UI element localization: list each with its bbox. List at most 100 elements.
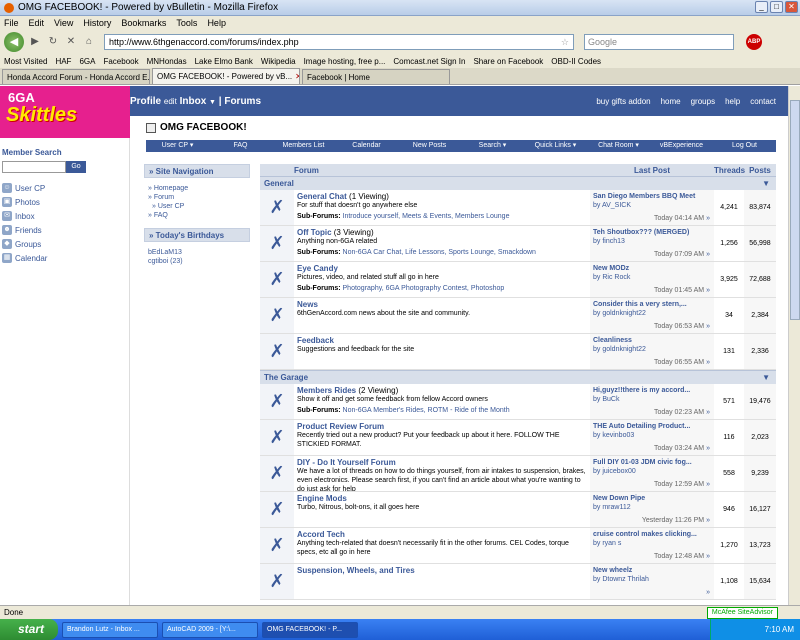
- last-post-author[interactable]: by goldnknight22: [593, 345, 711, 354]
- bookmark-image-hosting[interactable]: Image hosting, free p...: [304, 57, 386, 66]
- bookmark-mnhondas[interactable]: MNHondas: [147, 57, 187, 66]
- nav-members-list[interactable]: Members List: [272, 140, 335, 152]
- goto-last-post-icon[interactable]: »: [706, 323, 710, 330]
- goto-last-post-icon[interactable]: »: [706, 409, 710, 416]
- sub-forum-link[interactable]: Non-6GA Member's Rides,: [343, 407, 426, 414]
- adblock-icon[interactable]: ABP: [746, 34, 762, 50]
- nav-search[interactable]: Search ▾: [461, 140, 524, 152]
- sub-forum-link[interactable]: Photography,: [343, 285, 384, 292]
- last-post-link[interactable]: Consider this a very stern,...: [593, 300, 711, 309]
- nav-faq[interactable]: FAQ: [209, 140, 272, 152]
- menu-edit[interactable]: Edit: [29, 18, 45, 28]
- tab-honda-forum[interactable]: Honda Accord Forum - Honda Accord E...: [2, 69, 150, 84]
- reload-icon[interactable]: ↻: [46, 35, 60, 49]
- close-tab-icon[interactable]: ✕: [295, 72, 299, 81]
- minimize-button[interactable]: _: [755, 1, 768, 13]
- birthdays-title[interactable]: » Today's Birthdays: [144, 228, 250, 242]
- goto-last-post-icon[interactable]: »: [706, 359, 710, 366]
- bookmark-wikipedia[interactable]: Wikipedia: [261, 57, 296, 66]
- goto-last-post-icon[interactable]: »: [706, 517, 710, 524]
- goto-last-post-icon[interactable]: »: [706, 215, 710, 222]
- last-post-author[interactable]: by kevinbo03: [593, 431, 711, 440]
- collapse-icon[interactable]: ▼: [762, 179, 770, 188]
- nav-new-posts[interactable]: New Posts: [398, 140, 461, 152]
- sidebar-item-user-cp[interactable]: ☺ User CP: [2, 183, 127, 193]
- forums-link[interactable]: Forums: [224, 96, 261, 107]
- bookmark-star-icon[interactable]: ☆: [561, 37, 573, 48]
- menu-bookmarks[interactable]: Bookmarks: [121, 18, 166, 28]
- last-post-author[interactable]: by BuCk: [593, 395, 711, 404]
- sub-forum-link[interactable]: Non-6GA Car Chat,: [343, 249, 404, 256]
- last-post-author[interactable]: by mraw112: [593, 503, 711, 512]
- groups-link[interactable]: groups: [691, 97, 715, 106]
- link-faq[interactable]: » FAQ: [148, 211, 250, 220]
- last-post-link[interactable]: Hi,guyz!!there is my accord...: [593, 386, 711, 395]
- sidebar-item-inbox[interactable]: ✉ Inbox: [2, 211, 127, 221]
- forum-title-link[interactable]: Accord Tech: [297, 530, 345, 539]
- goto-last-post-icon[interactable]: »: [706, 553, 710, 560]
- last-post-author[interactable]: by finch13: [593, 237, 711, 246]
- back-button[interactable]: ◀: [4, 32, 24, 52]
- nav-quick-links[interactable]: Quick Links ▾: [524, 140, 587, 152]
- last-post-link[interactable]: Teh Shoutbox??? (MERGED): [593, 228, 711, 237]
- bookmark-share-facebook[interactable]: Share on Facebook: [473, 57, 543, 66]
- last-post-author[interactable]: by AV_SICK: [593, 201, 711, 210]
- member-search-input[interactable]: [2, 161, 66, 173]
- forum-title-link[interactable]: News: [297, 300, 318, 309]
- forum-title-link[interactable]: Product Review Forum: [297, 422, 384, 431]
- inbox-link[interactable]: Inbox: [180, 96, 207, 107]
- goto-last-post-icon[interactable]: »: [706, 445, 710, 452]
- forum-title-link[interactable]: Off Topic: [297, 228, 332, 237]
- mcafee-badge[interactable]: McAfee SiteAdvisor: [706, 607, 778, 619]
- goto-last-post-icon[interactable]: »: [706, 481, 710, 488]
- last-post-author[interactable]: by Ric Rock: [593, 273, 711, 282]
- forum-title-link[interactable]: Eye Candy: [297, 264, 338, 273]
- goto-last-post-icon[interactable]: »: [706, 287, 710, 294]
- bookmark-most-visited[interactable]: Most Visited: [4, 57, 47, 66]
- forum-title-link[interactable]: DIY - Do It Yourself Forum: [297, 458, 396, 467]
- profile-link[interactable]: Profile: [130, 96, 161, 107]
- last-post-author[interactable]: by goldnknight22: [593, 309, 711, 318]
- task-autocad[interactable]: AutoCAD 2009 - [Y:\...: [162, 621, 258, 638]
- category-header[interactable]: General ▼: [260, 176, 776, 190]
- bookmark-haf[interactable]: HAF: [55, 57, 71, 66]
- sub-forum-link[interactable]: Sports Lounge,: [448, 249, 495, 256]
- sub-forum-link[interactable]: Life Lessons,: [405, 249, 446, 256]
- nav-log-out[interactable]: Log Out: [713, 140, 776, 152]
- chevron-down-icon[interactable]: ▼: [209, 99, 216, 106]
- search-input[interactable]: Google: [584, 34, 734, 50]
- forum-title-link[interactable]: General Chat: [297, 192, 347, 201]
- sub-forum-link[interactable]: ROTM - Ride of the Month: [428, 407, 510, 414]
- buy-gifts-link[interactable]: buy gifts addon: [596, 97, 650, 106]
- menu-view[interactable]: View: [54, 18, 73, 28]
- forum-title-link[interactable]: Suspension, Wheels, and Tires: [297, 566, 415, 575]
- last-post-link[interactable]: Full DIY 01-03 JDM civic fog...: [593, 458, 711, 467]
- bookmark-obd-codes[interactable]: OBD-II Codes: [551, 57, 601, 66]
- last-post-link[interactable]: Cleanliness: [593, 336, 711, 345]
- task-firefox[interactable]: OMG FACEBOOK! - P...: [262, 621, 358, 638]
- tab-omg-facebook[interactable]: OMG FACEBOOK! - Powered by vB...✕: [152, 68, 300, 84]
- last-post-link[interactable]: THE Auto Detailing Product...: [593, 422, 711, 431]
- nav-calendar[interactable]: Calendar: [335, 140, 398, 152]
- category-header[interactable]: The Garage ▼: [260, 370, 776, 384]
- site-logo[interactable]: 6GA Skittles: [0, 86, 130, 138]
- last-post-author[interactable]: by ryan s: [593, 539, 711, 548]
- help-link[interactable]: help: [725, 97, 740, 106]
- last-post-link[interactable]: New MODz: [593, 264, 711, 273]
- link-user-cp[interactable]: » User CP: [152, 202, 250, 211]
- link-forum[interactable]: » Forum: [148, 193, 250, 202]
- bookmark-comcast[interactable]: Comcast.net Sign In: [393, 57, 465, 66]
- bookmark-lake-elmo-bank[interactable]: Lake Elmo Bank: [195, 57, 253, 66]
- last-post-author[interactable]: by Dtownz Thrilah: [593, 575, 711, 584]
- forum-title-link[interactable]: Feedback: [297, 336, 334, 345]
- edit-link[interactable]: edit: [164, 97, 177, 106]
- tab-facebook-home[interactable]: Facebook | Home: [302, 69, 450, 84]
- menu-tools[interactable]: Tools: [176, 18, 197, 28]
- sidebar-item-calendar[interactable]: ▦ Calendar: [2, 253, 127, 263]
- menu-file[interactable]: File: [4, 18, 19, 28]
- menu-history[interactable]: History: [83, 18, 111, 28]
- home-icon[interactable]: [146, 122, 156, 133]
- forum-title-link[interactable]: Members Rides: [297, 386, 356, 395]
- sidebar-item-groups[interactable]: ◆ Groups: [2, 239, 127, 249]
- forum-title-link[interactable]: Engine Mods: [297, 494, 347, 503]
